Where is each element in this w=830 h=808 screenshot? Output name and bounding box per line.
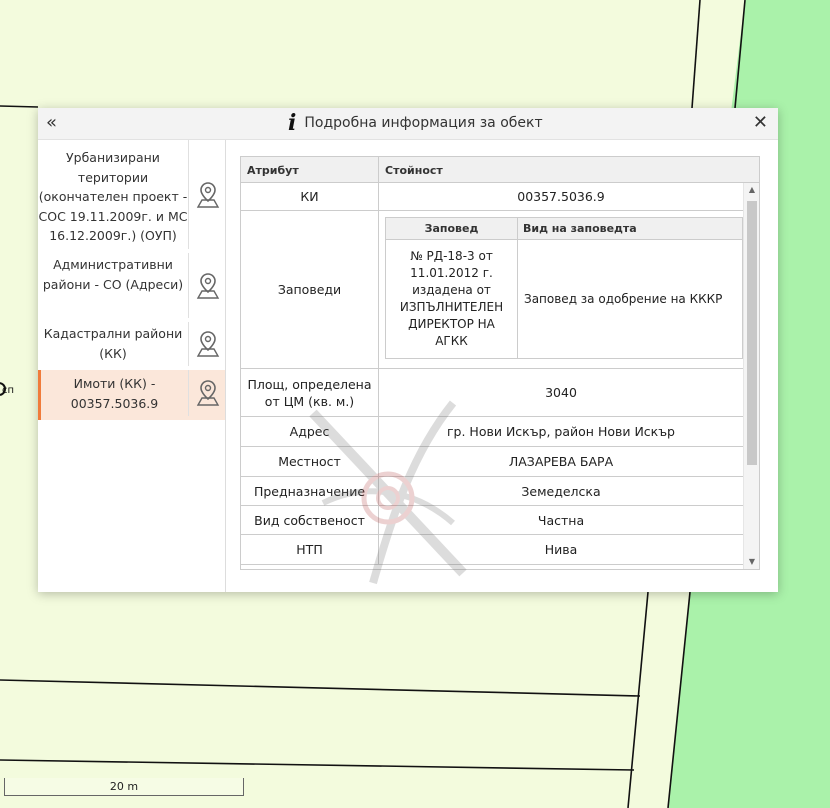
table-row: Заповеди Заповед Вид на заповедта № РД-1… xyxy=(241,211,743,369)
attribute-cell: Адрес xyxy=(241,417,379,446)
column-header-value: Стойност xyxy=(385,164,443,177)
table-row: Предназначение Земеделска xyxy=(241,477,743,506)
table-row: КИ 00357.5036.9 xyxy=(241,183,743,211)
value-cell[interactable]: Земеделска xyxy=(379,477,743,505)
map-boundary xyxy=(691,0,701,109)
table-row: Площ, определена от ЦМ (кв. м.) 3040 xyxy=(241,369,743,417)
table-header: Атрибут Стойност xyxy=(241,157,759,183)
dialog-title: Подробна информация за обект xyxy=(304,115,543,131)
table-row: НТП Нива xyxy=(241,535,743,565)
value-cell[interactable]: ЛАЗАРЕВА БАРА xyxy=(379,447,743,476)
column-header-order-type: Вид на заповедта xyxy=(523,222,637,235)
dialog-header: « i Подробна информация за обект ✕ xyxy=(38,108,778,140)
table-scrollbar[interactable]: ▲ ▼ xyxy=(743,183,759,569)
attribute-cell: НТП xyxy=(241,535,379,564)
attribute-cell: Предназначение xyxy=(241,477,379,505)
attribute-cell: КИ xyxy=(241,183,379,210)
value-cell[interactable]: Частна xyxy=(379,506,743,534)
orders-table-row: № РД-18-3 от 11.01.2012 г. издадена от И… xyxy=(386,240,742,358)
table-row: Местност ЛАЗАРЕВА БАРА xyxy=(241,447,743,477)
map-pin-icon[interactable] xyxy=(188,140,226,249)
scroll-down-arrow-icon[interactable]: ▼ xyxy=(744,555,759,569)
attribute-cell: Заповеди xyxy=(241,211,379,368)
map-boundary xyxy=(627,591,649,808)
map-pin-icon[interactable] xyxy=(188,253,226,318)
table-row: Вид собственост Частна xyxy=(241,506,743,535)
column-header-attribute: Атрибут xyxy=(241,157,379,182)
object-info-dialog: « i Подробна информация за обект ✕ Урбан… xyxy=(38,108,778,592)
attribute-cell: Площ, определена от ЦМ (кв. м.) xyxy=(241,369,379,416)
order-type-cell[interactable]: Заповед за одобрение на КККР xyxy=(518,240,742,358)
dialog-title-group: i Подробна информация за обект xyxy=(288,110,543,136)
map-marker-label: сп xyxy=(2,385,15,396)
attribute-cell: Местност xyxy=(241,447,379,476)
scale-label: 20 m xyxy=(109,780,139,793)
sidebar-item-label: Административни райони - СО (Адреси) xyxy=(42,257,184,292)
scroll-thumb[interactable] xyxy=(747,201,757,465)
map-boundary xyxy=(0,759,635,771)
sidebar-item-label: Кадастрални райони (КК) xyxy=(43,326,183,361)
scroll-up-arrow-icon[interactable]: ▲ xyxy=(744,183,759,197)
value-cell[interactable]: Нива xyxy=(379,535,743,564)
map-boundary xyxy=(0,679,641,697)
sidebar-item-label: Урбанизирани територии (окончателен прое… xyxy=(38,150,188,243)
orders-table-header: Заповед Вид на заповедта xyxy=(386,218,742,240)
sidebar-item-label: Имоти (КК) - 00357.5036.9 xyxy=(70,376,159,411)
map-pin-icon[interactable] xyxy=(188,370,226,416)
layer-list: Урбанизирани територии (окончателен прое… xyxy=(38,140,226,592)
scale-bar: 20 m xyxy=(4,778,244,796)
collapse-icon[interactable]: « xyxy=(46,112,57,133)
sidebar-item-cadastral-districts[interactable]: Кадастрални райони (КК) xyxy=(38,322,225,370)
sidebar-item-admin-districts[interactable]: Административни райони - СО (Адреси) xyxy=(38,253,225,322)
info-icon: i xyxy=(288,110,297,136)
table-row: Адрес гр. Нови Искър, район Нови Искър xyxy=(241,417,743,447)
value-cell[interactable]: 00357.5036.9 xyxy=(379,183,743,210)
order-cell[interactable]: № РД-18-3 от 11.01.2012 г. издадена от И… xyxy=(386,240,518,358)
value-cell: Заповед Вид на заповедта № РД-18-3 от 11… xyxy=(379,211,743,368)
attribute-cell: Вид собственост xyxy=(241,506,379,534)
map-pin-icon[interactable] xyxy=(188,322,226,366)
table-body: КИ 00357.5036.9 Заповеди Заповед Вид на … xyxy=(241,183,743,569)
value-cell[interactable]: гр. Нови Искър, район Нови Искър xyxy=(379,417,743,446)
map-boundary xyxy=(0,105,39,108)
column-header-order: Заповед xyxy=(386,218,518,239)
attributes-table[interactable]: Атрибут Стойност КИ 00357.5036.9 Заповед… xyxy=(240,156,760,570)
sidebar-item-properties[interactable]: Имоти (КК) - 00357.5036.9 xyxy=(38,370,225,420)
orders-table: Заповед Вид на заповедта № РД-18-3 от 11… xyxy=(385,217,743,359)
value-cell[interactable]: 3040 xyxy=(379,369,743,416)
sidebar-item-urban-territories[interactable]: Урбанизирани територии (окончателен прое… xyxy=(38,140,225,253)
close-icon[interactable]: ✕ xyxy=(753,112,768,133)
